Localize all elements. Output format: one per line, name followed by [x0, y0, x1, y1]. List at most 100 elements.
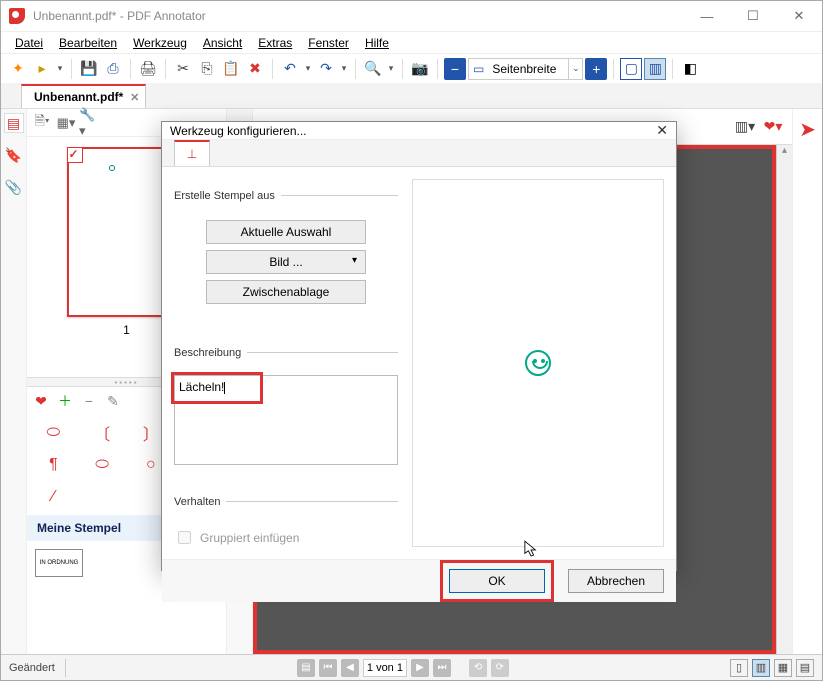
dialog-body: Erstelle Stempel aus Aktuelle Auswahl Bi…	[162, 167, 676, 559]
dialog-title: Werkzeug konfigurieren...	[170, 124, 307, 138]
dialog-tabstrip: ⊥	[162, 140, 676, 167]
find-dropdown[interactable]: ▾	[386, 58, 396, 80]
undo-dropdown[interactable]: ▾	[303, 58, 313, 80]
menu-file[interactable]: Datei	[7, 34, 51, 52]
create-from-clipboard-button[interactable]: Zwischenablage	[206, 280, 366, 304]
new-doc-button[interactable]: ✦	[7, 58, 29, 80]
smiley-icon	[525, 350, 551, 376]
dialog-tab-stamp[interactable]: ⊥	[174, 140, 210, 166]
dialog-titlebar: Werkzeug konfigurieren... ✕	[162, 122, 676, 140]
create-from-image-button[interactable]: Bild ...	[206, 250, 366, 274]
zoom-dropdown[interactable]: ⌄	[568, 59, 582, 79]
pager: ▤ ⏮ ◀ ▶ ⏭ ⟲ ⟳	[297, 659, 509, 677]
menu-window[interactable]: Fenster	[300, 34, 357, 52]
stamp-sig[interactable]: ⬭	[82, 453, 123, 477]
layout-1-button[interactable]: ▢	[620, 58, 642, 80]
save-as-button[interactable]: ⎙	[102, 58, 124, 80]
view-single[interactable]: ▯	[730, 659, 748, 677]
opt-align[interactable]: ▥▾	[734, 116, 756, 138]
stamp-bracket-left[interactable]: 〔	[82, 421, 123, 445]
dialog-close-button[interactable]: ✕	[656, 122, 668, 139]
rail-thumbnails-button[interactable]: ▤	[4, 113, 24, 133]
fullscreen-button[interactable]: ◧	[679, 58, 701, 80]
menu-view[interactable]: Ansicht	[195, 34, 250, 52]
page-input[interactable]	[363, 659, 407, 677]
view-two-cont[interactable]: ▤	[796, 659, 814, 677]
history-fwd-button[interactable]: ⟳	[491, 659, 509, 677]
window-title: Unbenannt.pdf* - PDF Annotator	[33, 9, 684, 23]
redo-button[interactable]: ↷	[315, 58, 337, 80]
history-back-button[interactable]: ⟲	[469, 659, 487, 677]
fav-edit-button[interactable]: ✎	[103, 391, 123, 411]
undo-button[interactable]: ↶	[279, 58, 301, 80]
zoom-input[interactable]	[488, 59, 568, 79]
page-menu-button[interactable]: ▤	[297, 659, 315, 677]
scroll-up[interactable]: ▴	[777, 145, 792, 161]
delete-button[interactable]: ✖	[244, 58, 266, 80]
document-tab-label: Unbenannt.pdf*	[34, 90, 123, 104]
page-last-button[interactable]: ⏭	[433, 659, 451, 677]
document-tab[interactable]: Unbenannt.pdf* ✕	[21, 84, 146, 108]
print-button[interactable]: 🖨	[137, 58, 159, 80]
view-continuous[interactable]: ▥	[752, 659, 770, 677]
cut-button[interactable]: ✂	[172, 58, 194, 80]
thumb-pages-button[interactable]: ▦▾	[55, 112, 77, 134]
opt-fav[interactable]: ❤▾	[762, 116, 784, 138]
menu-extras[interactable]: Extras	[250, 34, 300, 52]
close-tab-button[interactable]: ✕	[130, 91, 139, 104]
pointer-tool[interactable]: ➤	[798, 119, 818, 139]
maximize-button[interactable]: ☐	[730, 1, 776, 31]
right-rail: ➤	[792, 109, 822, 654]
stamp-oval[interactable]: ⬭	[33, 421, 74, 445]
thumbnail-annotation-dot	[109, 165, 115, 171]
save-button[interactable]: 💾	[78, 58, 100, 80]
fav-remove-button[interactable]: −	[79, 391, 99, 411]
stamp-paragraph[interactable]: ¶	[33, 453, 74, 477]
zoom-icon: ▭	[469, 62, 488, 76]
page-first-button[interactable]: ⏮	[319, 659, 337, 677]
menubar: Datei Bearbeiten Werkzeug Ansicht Extras…	[1, 31, 822, 53]
thumb-settings-button[interactable]: 🔧▾	[79, 112, 101, 134]
cancel-button[interactable]: Abbrechen	[568, 569, 664, 593]
menu-edit[interactable]: Bearbeiten	[51, 34, 125, 52]
ok-highlight: OK	[440, 560, 554, 602]
copy-button[interactable]: ⎘	[196, 58, 218, 80]
ok-button[interactable]: OK	[449, 569, 545, 593]
thumbnail-page-number: 1	[123, 323, 130, 337]
paste-button[interactable]: 📋	[220, 58, 242, 80]
view-two-page[interactable]: ▦	[774, 659, 792, 677]
page-next-button[interactable]: ▶	[411, 659, 429, 677]
zoom-combo[interactable]: ▭ ⌄	[468, 58, 583, 80]
create-from-selection-button[interactable]: Aktuelle Auswahl	[206, 220, 366, 244]
fav-add-button[interactable]: ＋	[55, 391, 75, 411]
app-icon	[9, 8, 25, 24]
fav-heart-button[interactable]: ❤	[31, 391, 51, 411]
snapshot-button[interactable]: 📷	[409, 58, 431, 80]
group-insert-row[interactable]: Gruppiert einfügen	[174, 528, 398, 547]
group-behavior-label: Verhalten	[174, 496, 226, 508]
layout-2-button[interactable]: ▥	[644, 58, 666, 80]
open-dropdown[interactable]: ▾	[55, 58, 65, 80]
document-tabstrip: Unbenannt.pdf* ✕	[1, 83, 822, 109]
redo-dropdown[interactable]: ▾	[339, 58, 349, 80]
group-insert-checkbox[interactable]	[178, 531, 191, 544]
stamp-item[interactable]: IN ORDNUNG	[35, 549, 83, 577]
find-button[interactable]: 🔍	[362, 58, 384, 80]
menu-tool[interactable]: Werkzeug	[125, 34, 195, 52]
rail-bookmarks-button[interactable]: 🔖	[4, 145, 24, 165]
rail-attachments-button[interactable]: 📎	[4, 177, 24, 197]
open-button[interactable]: ▸	[31, 58, 53, 80]
menu-help[interactable]: Hilfe	[357, 34, 397, 52]
page-prev-button[interactable]: ◀	[341, 659, 359, 677]
statusbar: Geändert ▤ ⏮ ◀ ▶ ⏭ ⟲ ⟳ ▯ ▥ ▦ ▤	[1, 654, 822, 680]
thumb-new-button[interactable]: 🗎▾	[31, 112, 53, 134]
group-insert-label: Gruppiert einfügen	[200, 531, 299, 545]
close-window-button[interactable]: ✕	[776, 1, 822, 31]
zoom-out-button[interactable]: −	[444, 58, 466, 80]
minimize-button[interactable]: —	[684, 1, 730, 31]
toolbar: ✦ ▸ ▾ 💾 ⎙ 🖨 ✂ ⎘ 📋 ✖ ↶ ▾ ↷ ▾ 🔍 ▾ 📷 − ▭ ⌄ …	[1, 53, 822, 83]
titlebar: Unbenannt.pdf* - PDF Annotator — ☐ ✕	[1, 1, 822, 31]
zoom-in-button[interactable]: +	[585, 58, 607, 80]
vertical-scrollbar[interactable]: ▴	[776, 145, 792, 654]
stamp-dash[interactable]: ⁄	[33, 485, 74, 509]
